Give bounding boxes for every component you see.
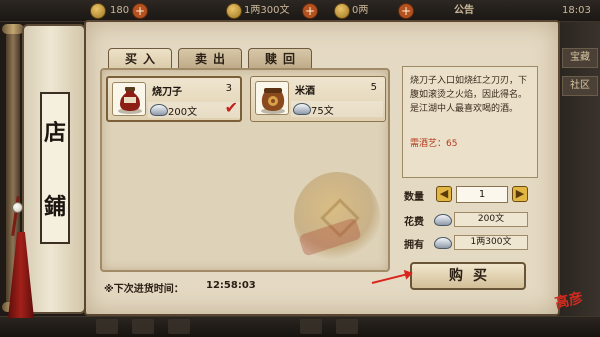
item-name: 烧刀子 bbox=[152, 87, 182, 98]
side-button-treasure[interactable]: 宝藏 bbox=[562, 48, 598, 68]
item-price: 200文 bbox=[168, 107, 198, 118]
clock: 18:03 bbox=[562, 5, 591, 16]
cost-value: 200文 bbox=[454, 212, 528, 227]
announcement-label[interactable]: 公告 bbox=[454, 3, 474, 19]
item-card-shaodaozi[interactable]: 烧刀子 3 200文 ✔ bbox=[106, 76, 242, 122]
tab-sell[interactable]: 卖出 bbox=[178, 48, 242, 70]
silver-ingot-icon bbox=[434, 237, 452, 249]
owned-value: 1两300文 bbox=[454, 235, 528, 250]
seal-text: 高彦 bbox=[553, 290, 585, 312]
tab-redeem[interactable]: 赎回 bbox=[248, 48, 312, 70]
silver-coin-icon bbox=[226, 3, 242, 19]
checkmark-icon: ✔ bbox=[224, 98, 238, 117]
shop-sign: 店 鋪 bbox=[40, 92, 70, 244]
bottom-slot-icon[interactable] bbox=[168, 319, 190, 334]
quantity-label: 数量 bbox=[404, 192, 424, 203]
item-price-row: 75文 bbox=[291, 101, 383, 117]
hud-value-middle: 1两300文 bbox=[244, 5, 290, 16]
cost-label: 花费 bbox=[404, 217, 424, 228]
rice-wine-jar-icon bbox=[255, 81, 289, 115]
restock-label: ※下次进货时间： bbox=[104, 284, 184, 295]
add-silver-icon[interactable]: + bbox=[302, 3, 318, 19]
hud-value-left: 180 bbox=[110, 5, 130, 16]
restock-time: 12:58:03 bbox=[206, 280, 256, 291]
coin-icon bbox=[90, 3, 106, 19]
bottom-slot-icon[interactable] bbox=[96, 319, 118, 334]
side-button-community[interactable]: 社区 bbox=[562, 76, 598, 96]
quantity-field[interactable]: 1 bbox=[456, 186, 508, 203]
top-status-bar: 180 + 1两300文 + 0两 + 公告 18:03 bbox=[0, 0, 600, 22]
skill-requirement: 需酒艺：65 bbox=[410, 139, 458, 149]
item-name: 米酒 bbox=[295, 86, 315, 97]
item-price: 75文 bbox=[311, 106, 334, 117]
bottom-slot-icon[interactable] bbox=[132, 319, 154, 334]
bottom-slot-icon[interactable] bbox=[300, 319, 322, 334]
wine-jug-icon bbox=[112, 82, 146, 116]
hud-value-right: 0两 bbox=[352, 5, 369, 16]
buy-button[interactable]: 购买 bbox=[410, 262, 526, 290]
item-card-mijiu[interactable]: 米酒 5 75文 bbox=[250, 76, 386, 122]
owned-label: 拥有 bbox=[404, 240, 424, 251]
shop-sign-bottom: 鋪 bbox=[43, 194, 66, 220]
add-gold-icon[interactable]: + bbox=[398, 3, 414, 19]
bottom-slot-icon[interactable] bbox=[336, 319, 358, 334]
scroll-cap bbox=[2, 24, 24, 34]
increase-quantity-button[interactable]: ▶ bbox=[512, 186, 528, 202]
decrease-quantity-button[interactable]: ◀ bbox=[436, 186, 452, 202]
item-quantity: 5 bbox=[370, 82, 377, 93]
silver-ingot-icon bbox=[150, 104, 168, 116]
silver-ingot-icon bbox=[293, 103, 311, 115]
tab-buy[interactable]: 买入 bbox=[108, 48, 172, 70]
bead-icon bbox=[12, 202, 23, 213]
add-currency-icon[interactable]: + bbox=[132, 3, 148, 19]
artist-seal-icon: 高彦 bbox=[551, 283, 587, 319]
shop-sign-top: 店 bbox=[43, 120, 66, 146]
item-quantity: 3 bbox=[225, 83, 232, 94]
silver-ingot-icon bbox=[434, 214, 452, 226]
gold-coin-icon bbox=[334, 3, 350, 19]
item-description: 烧刀子入口如烧红之刀刃，下腹如滚烫之火焰，因此得名。是江湖中人最喜欢喝的酒。 bbox=[410, 76, 528, 114]
